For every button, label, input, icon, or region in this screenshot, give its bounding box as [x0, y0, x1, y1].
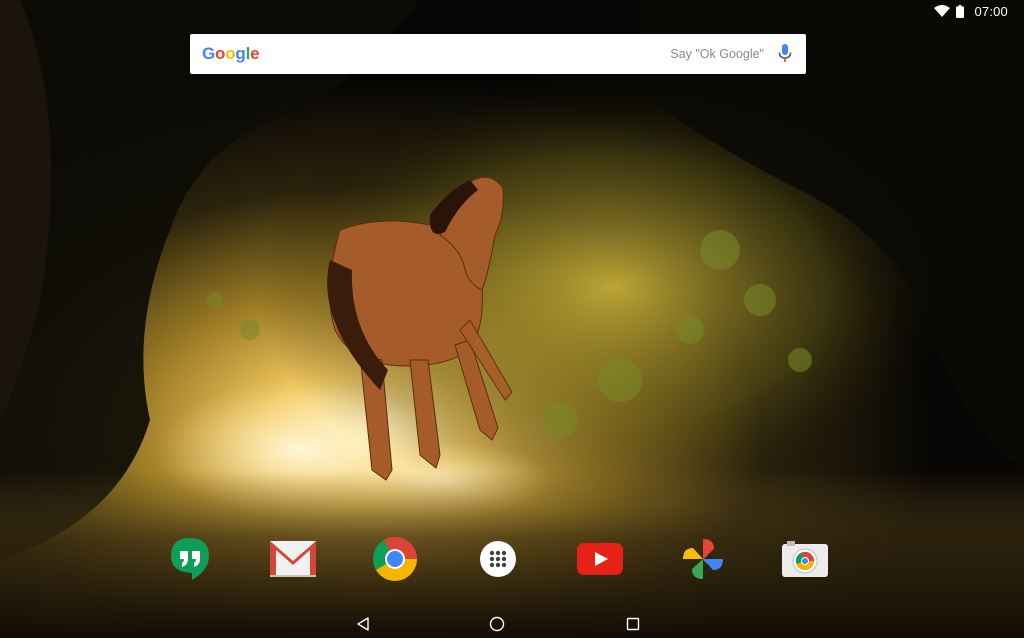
battery-icon [956, 4, 965, 18]
gmail-icon[interactable] [270, 536, 316, 582]
google-logo-letter: o [215, 44, 226, 63]
recents-icon[interactable] [623, 614, 643, 634]
mic-icon[interactable] [778, 44, 792, 64]
chrome-icon[interactable] [372, 536, 418, 582]
search-hint: Say "Ok Google" [670, 47, 764, 61]
home-icon[interactable] [487, 614, 507, 634]
status-bar: 07:00 [0, 0, 1024, 22]
google-search-bar[interactable]: Google Say "Ok Google" [190, 34, 806, 74]
hangouts-icon[interactable] [167, 536, 213, 582]
status-time: 07:00 [974, 3, 1008, 19]
app-drawer-icon[interactable] [475, 536, 521, 582]
navigation-bar [0, 606, 1024, 638]
camera-icon[interactable] [782, 536, 828, 582]
wifi-icon [934, 5, 951, 17]
google-logo-letter: g [235, 44, 246, 63]
app-dock [0, 536, 1024, 582]
google-photos-icon[interactable] [680, 536, 726, 582]
youtube-icon[interactable] [577, 536, 623, 582]
google-logo-letter: o [225, 44, 236, 63]
google-logo: Google [202, 44, 260, 64]
back-icon[interactable] [353, 614, 373, 634]
google-logo-letter: G [202, 44, 216, 63]
google-logo-letter: e [250, 44, 260, 63]
